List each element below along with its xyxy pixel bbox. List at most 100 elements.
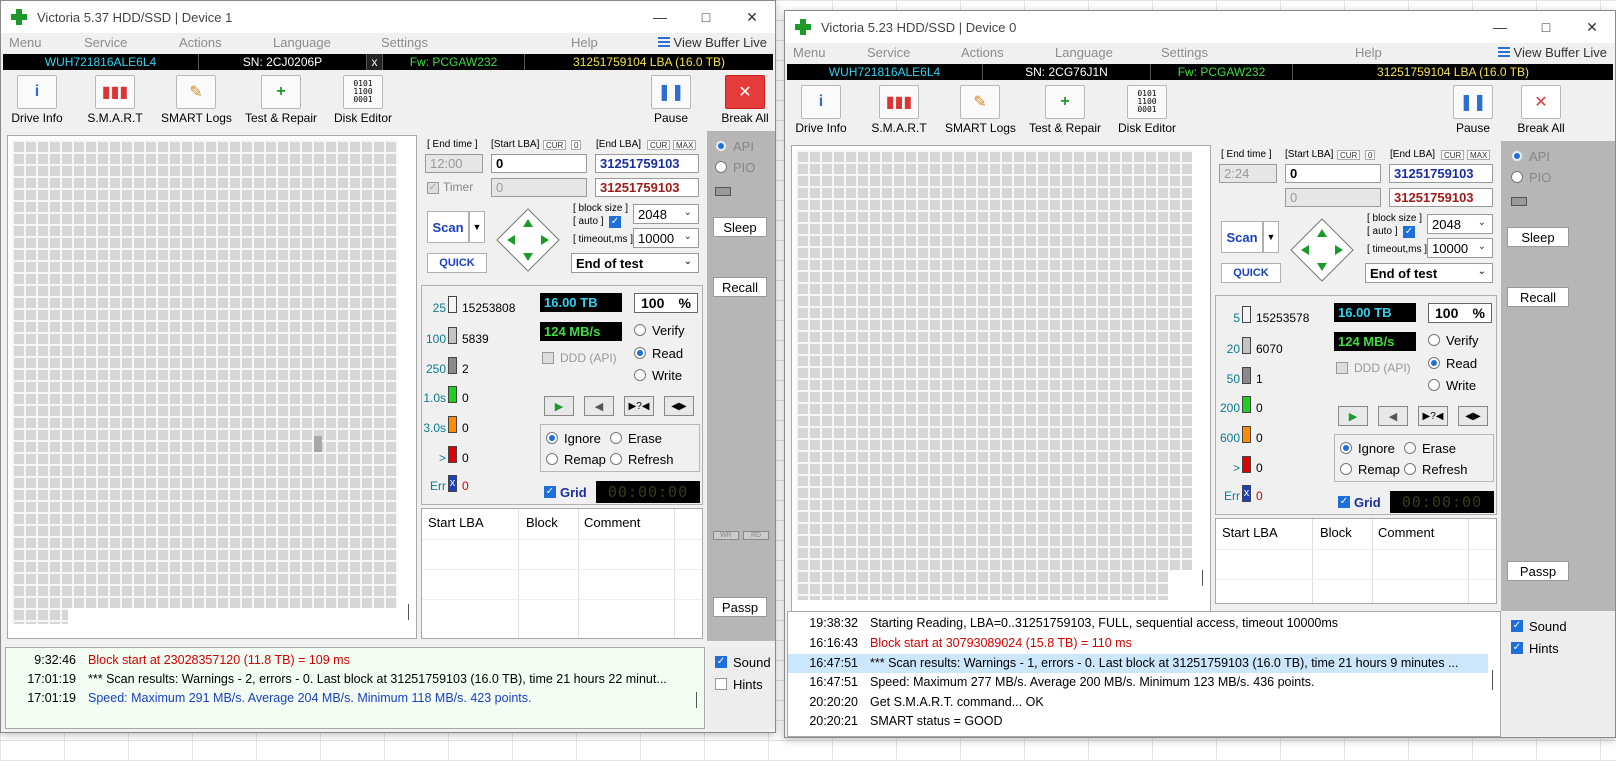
ddd-api-checkbox[interactable] <box>1336 362 1348 374</box>
menu-item-language[interactable]: Language <box>273 35 331 50</box>
refresh-radio[interactable] <box>610 453 622 465</box>
start-lba-input[interactable]: 0 <box>1285 164 1381 183</box>
menu-item-actions[interactable]: Actions <box>961 45 1004 60</box>
close-icon[interactable]: ✕ <box>729 1 775 33</box>
sound-checkbox[interactable]: ✓ <box>715 656 727 668</box>
remap-radio[interactable] <box>1340 463 1352 475</box>
end-max-button[interactable]: MAX <box>673 140 697 150</box>
block-size-select[interactable]: 2048 ⌄ <box>1427 214 1493 234</box>
grid-checkbox[interactable]: ✓ <box>544 486 556 498</box>
disk-editor-button[interactable]: 0101 1100 0001 Disk Editor <box>331 73 395 129</box>
end-cur-button[interactable]: CUR <box>647 140 671 150</box>
close-device-icon[interactable]: x <box>367 54 383 70</box>
scan-mode-dropdown[interactable]: ▼ <box>469 211 485 243</box>
api-radio[interactable] <box>715 140 727 152</box>
start-cur-button[interactable]: CUR <box>543 140 567 150</box>
menu-item-actions[interactable]: Actions <box>179 35 222 50</box>
menu-item-help[interactable]: Help <box>1355 45 1382 60</box>
verify-radio[interactable] <box>1428 334 1440 346</box>
hints-checkbox[interactable]: ✓ <box>1511 642 1523 654</box>
ignore-radio[interactable] <box>546 432 558 444</box>
end-cur-button[interactable]: CUR <box>1441 150 1465 160</box>
end-of-test-select[interactable]: End of test ⌄ <box>1365 263 1493 283</box>
end-lba-input[interactable]: 31251759103 <box>1389 164 1493 183</box>
close-icon[interactable]: ✕ <box>1569 11 1615 43</box>
smart-logs-button[interactable]: ✎ SMART Logs <box>161 73 232 129</box>
col-comment[interactable]: Comment <box>584 515 640 530</box>
rewind-icon[interactable]: ◀ <box>584 396 614 416</box>
view-buffer-live[interactable]: View Buffer Live <box>1497 45 1607 60</box>
minimize-icon[interactable]: — <box>1477 11 1523 43</box>
recall-button[interactable]: Recall <box>1507 287 1569 307</box>
col-block[interactable]: Block <box>526 515 558 530</box>
menu-item-menu[interactable]: Menu <box>793 45 826 60</box>
timer-checkbox[interactable]: ✓ <box>427 182 439 194</box>
minimize-icon[interactable]: — <box>637 1 683 33</box>
sound-checkbox[interactable]: ✓ <box>1511 620 1523 632</box>
passp-button[interactable]: Passp <box>713 597 767 617</box>
write-radio[interactable] <box>1428 379 1440 391</box>
auto-block-checkbox[interactable]: ✓ <box>609 216 621 228</box>
log-scrollbar[interactable] <box>1492 670 1493 690</box>
test-repair-button[interactable]: + Test & Repair <box>1027 83 1103 139</box>
seek-unknown-icon[interactable]: ▶?◀ <box>1418 406 1448 426</box>
play-icon[interactable]: ▶ <box>1338 406 1368 426</box>
drive-info-button[interactable]: i Drive Info <box>791 83 851 139</box>
timeout-select[interactable]: 10000 ⌄ <box>633 228 699 248</box>
menu-item-language[interactable]: Language <box>1055 45 1113 60</box>
maximize-icon[interactable]: □ <box>683 1 729 33</box>
remap-radio[interactable] <box>546 453 558 465</box>
sleep-button[interactable]: Sleep <box>713 217 767 237</box>
direction-pad-icon[interactable] <box>495 207 561 273</box>
sleep-button[interactable]: Sleep <box>1507 227 1569 247</box>
start-zero-button[interactable]: 0 <box>571 140 582 150</box>
scan-button[interactable]: Scan <box>1221 221 1263 253</box>
col-comment[interactable]: Comment <box>1378 525 1434 540</box>
col-start-lba[interactable]: Start LBA <box>428 515 484 530</box>
api-radio[interactable] <box>1511 150 1523 162</box>
smart-button[interactable]: ▮▮▮ S.M.A.R.T <box>85 73 145 129</box>
read-radio[interactable] <box>1428 357 1440 369</box>
end-max-button[interactable]: MAX <box>1467 150 1491 160</box>
menu-item-settings[interactable]: Settings <box>1161 45 1208 60</box>
disk-editor-button[interactable]: 0101 1100 0001 Disk Editor <box>1115 83 1179 139</box>
quick-button[interactable]: QUICK <box>1221 263 1281 283</box>
seek-unknown-icon[interactable]: ▶?◀ <box>624 396 654 416</box>
block-size-select[interactable]: 2048 ⌄ <box>633 204 699 224</box>
log-line-selected[interactable]: 16:47:51 *** Scan results: Warnings - 1, … <box>788 654 1488 673</box>
passp-button[interactable]: Passp <box>1507 561 1569 581</box>
break-all-button[interactable]: ✕ Break All <box>1513 83 1569 139</box>
skip-end-icon[interactable]: ◀▶ <box>1458 406 1488 426</box>
end-of-test-select[interactable]: End of test ⌄ <box>571 253 699 273</box>
pio-radio[interactable] <box>1511 171 1523 183</box>
break-all-button[interactable]: ✕ Break All <box>719 73 771 129</box>
menu-item-menu[interactable]: Menu <box>9 35 42 50</box>
scan-mode-dropdown[interactable]: ▼ <box>1263 221 1279 253</box>
col-start-lba[interactable]: Start LBA <box>1222 525 1278 540</box>
recall-button[interactable]: Recall <box>713 277 767 297</box>
ddd-api-checkbox[interactable] <box>542 352 554 364</box>
ignore-radio[interactable] <box>1340 442 1352 454</box>
menu-item-help[interactable]: Help <box>571 35 598 50</box>
erase-radio[interactable] <box>1404 442 1416 454</box>
drive-info-button[interactable]: i Drive Info <box>7 73 67 129</box>
read-radio[interactable] <box>634 347 646 359</box>
test-repair-button[interactable]: + Test & Repair <box>243 73 319 129</box>
hints-checkbox[interactable] <box>715 678 727 690</box>
direction-pad-icon[interactable] <box>1289 217 1355 283</box>
grid-scroll-marker[interactable] <box>1202 570 1203 586</box>
col-block[interactable]: Block <box>1320 525 1352 540</box>
grid-checkbox[interactable]: ✓ <box>1338 496 1350 508</box>
pause-button[interactable]: ❚❚ Pause <box>649 73 693 129</box>
view-buffer-live[interactable]: View Buffer Live <box>657 35 767 50</box>
erase-radio[interactable] <box>610 432 622 444</box>
timeout-select[interactable]: 10000 ⌄ <box>1427 238 1493 258</box>
start-lba-input[interactable]: 0 <box>491 154 587 173</box>
end-time-input[interactable]: 2:24 <box>1219 164 1277 183</box>
end-lba-input[interactable]: 31251759103 <box>595 154 699 173</box>
menu-item-settings[interactable]: Settings <box>381 35 428 50</box>
log-scrollbar[interactable] <box>696 692 697 708</box>
maximize-icon[interactable]: □ <box>1523 11 1569 43</box>
start-cur-button[interactable]: CUR <box>1337 150 1361 160</box>
refresh-radio[interactable] <box>1404 463 1416 475</box>
